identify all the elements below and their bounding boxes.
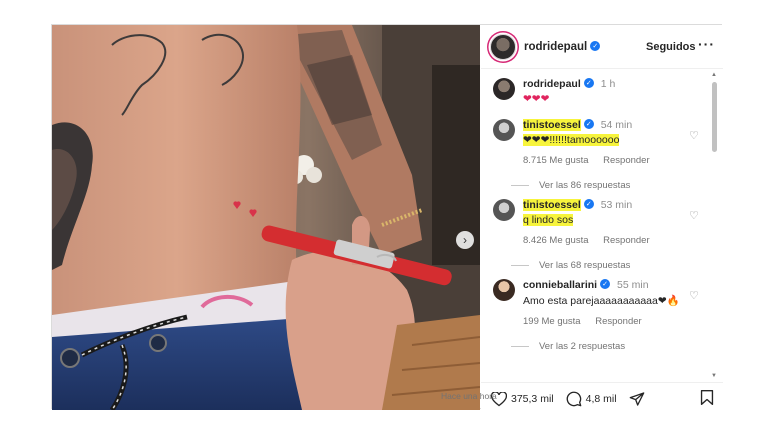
like-comment-heart-icon[interactable]: ♡ [689, 209, 699, 222]
comment-username[interactable]: connieballarini [523, 279, 597, 291]
verified-badge-icon: ✓ [600, 279, 611, 290]
like-comment-heart-icon[interactable]: ♡ [689, 289, 699, 302]
share-button[interactable] [629, 391, 649, 407]
verified-badge-icon: ✓ [583, 78, 594, 89]
comment-time: 53 min [600, 199, 633, 211]
verified-badge-icon: ✓ [583, 199, 594, 210]
comments-scrollbar[interactable]: ▲ ▼ [710, 70, 719, 381]
paper-plane-icon [629, 392, 644, 406]
instagram-post: › rodridepaul ✓ Seguidos ··· rodridepaul… [51, 24, 723, 410]
post-side-panel: rodridepaul ✓ Seguidos ··· rodridepaul ✓ … [481, 25, 723, 410]
scroll-down-arrow-icon[interactable]: ▼ [711, 373, 717, 379]
comment-bubble-icon [566, 391, 581, 407]
verified-badge-icon: ✓ [590, 40, 601, 51]
comment-text: ❤❤❤!!!!!!tamoooooo [523, 134, 620, 146]
author-username[interactable]: rodridepaul [524, 41, 587, 53]
like-button[interactable]: 375,3 mil [491, 391, 554, 407]
comment-username[interactable]: tinistoessel [523, 199, 581, 211]
scroll-thumb[interactable] [712, 82, 717, 152]
comments-list: rodridepaul ✓ 1 h ❤❤❤ tinistoessel ✓ 54 mi… [481, 70, 723, 382]
caption-avatar[interactable] [493, 78, 515, 100]
caption-time: 1 h [600, 78, 616, 90]
comment-likes[interactable]: 8.426 Me gusta [523, 235, 589, 246]
reply-button[interactable]: Responder [595, 316, 641, 327]
comment-likes[interactable]: 8.715 Me gusta [523, 155, 589, 166]
more-options-icon[interactable]: ··· [698, 36, 715, 52]
post-header: rodridepaul ✓ Seguidos ··· [481, 25, 723, 69]
view-replies-link[interactable]: Ver las 68 respuestas [539, 260, 688, 271]
caption-text: ❤❤❤ [523, 93, 550, 105]
comments-count[interactable]: 4,8 mil [586, 393, 617, 405]
comment-time: 54 min [600, 119, 633, 131]
comment-avatar[interactable] [493, 199, 515, 221]
reply-button[interactable]: Responder [603, 155, 649, 166]
comment-text: q lindo sos [523, 214, 574, 226]
bookmark-icon[interactable] [700, 390, 714, 405]
comment-text: Amo esta parejaaaaaaaaaaa❤🔥 [523, 295, 680, 307]
reply-button[interactable]: Responder [603, 235, 649, 246]
comment-likes[interactable]: 199 Me gusta [523, 316, 581, 327]
like-comment-heart-icon[interactable]: ♡ [689, 129, 699, 142]
next-image-button[interactable]: › [456, 231, 474, 249]
post-actions-bar: 375,3 mil 4,8 mil [481, 382, 723, 410]
scroll-up-arrow-icon[interactable]: ▲ [711, 72, 717, 78]
comment-username[interactable]: tinistoessel [523, 119, 581, 131]
author-avatar[interactable] [490, 33, 516, 60]
view-replies-link[interactable]: Ver las 2 respuestas [539, 341, 688, 352]
verified-badge-icon: ✓ [583, 119, 594, 130]
likes-count[interactable]: 375,3 mil [511, 393, 554, 405]
following-button[interactable]: Seguidos [646, 41, 696, 53]
post-timestamp: Hace una hora [441, 391, 497, 401]
comment-avatar[interactable] [493, 119, 515, 141]
comment-avatar[interactable] [493, 279, 515, 301]
comment-time: 55 min [617, 279, 649, 291]
post-photo[interactable]: › [52, 25, 480, 410]
chevron-right-icon: › [463, 233, 467, 247]
photo-illustration [52, 25, 480, 410]
comment-button[interactable]: 4,8 mil [566, 391, 617, 407]
caption-username[interactable]: rodridepaul [523, 78, 581, 90]
view-replies-link[interactable]: Ver las 86 respuestas [539, 180, 688, 191]
